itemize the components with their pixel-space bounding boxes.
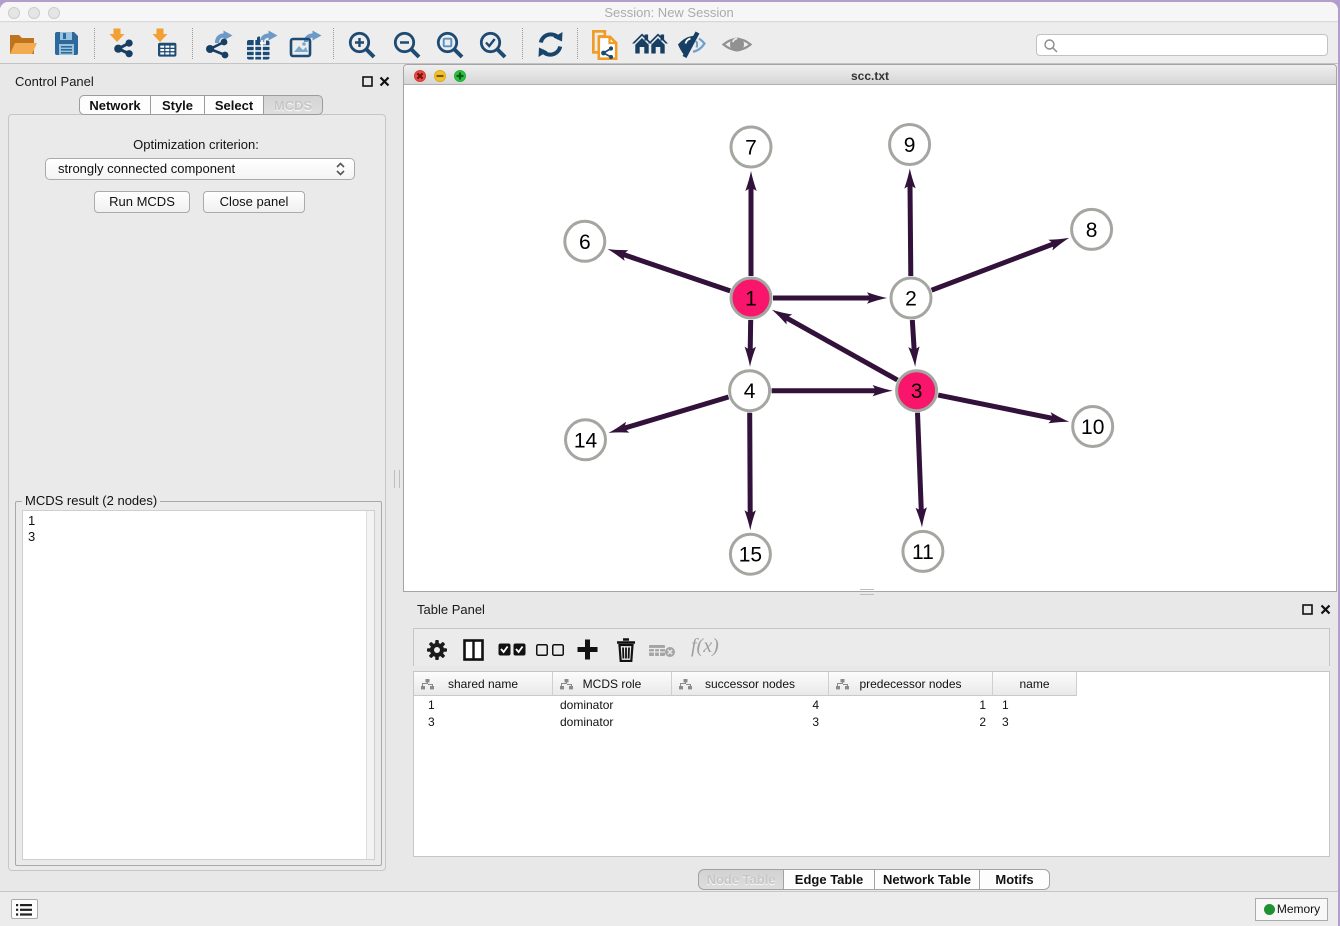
svg-text:3: 3 — [911, 380, 923, 403]
svg-text:6: 6 — [579, 231, 591, 254]
svg-text:9: 9 — [904, 134, 916, 157]
svg-text:4: 4 — [744, 380, 756, 403]
svg-text:8: 8 — [1086, 219, 1098, 242]
svg-text:15: 15 — [739, 544, 762, 567]
svg-text:11: 11 — [912, 541, 934, 564]
svg-text:7: 7 — [745, 137, 757, 160]
svg-text:2: 2 — [905, 288, 917, 311]
svg-text:14: 14 — [574, 429, 598, 452]
svg-text:10: 10 — [1081, 416, 1104, 439]
svg-text:1: 1 — [745, 288, 757, 311]
